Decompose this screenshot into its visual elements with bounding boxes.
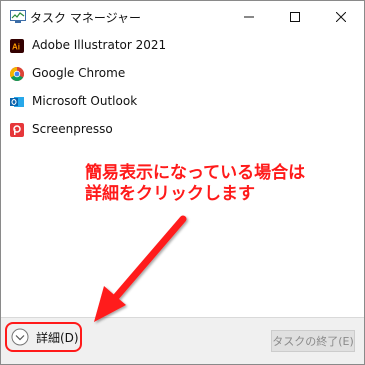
end-task-button[interactable]: タスクの終了(E) xyxy=(271,330,355,352)
app-label: Google Chrome xyxy=(32,66,126,80)
details-label: 詳細(D) xyxy=(36,331,79,345)
list-item-screenpresso[interactable]: Screenpresso xyxy=(1,117,364,145)
maximize-button[interactable] xyxy=(272,1,318,33)
app-label: Microsoft Outlook xyxy=(32,94,138,108)
adobe-illustrator-icon: Ai xyxy=(10,39,24,53)
details-button[interactable]: 詳細(D) xyxy=(5,322,82,352)
maximize-icon xyxy=(290,12,300,22)
chrome-icon xyxy=(10,67,24,81)
minimize-button[interactable] xyxy=(226,1,272,33)
app-label: Adobe Illustrator 2021 xyxy=(32,38,167,52)
chevron-down-icon xyxy=(11,328,29,346)
app-label: Screenpresso xyxy=(32,122,113,136)
list-item-google-chrome[interactable]: Google Chrome xyxy=(1,61,364,89)
minimize-icon xyxy=(244,16,254,18)
task-manager-window: タスク マネージャー Ai Adobe Illustrator 2021 Goo… xyxy=(0,0,365,365)
list-item-microsoft-outlook[interactable]: Microsoft Outlook xyxy=(1,89,364,117)
annotation-line-2: 詳細をクリックします xyxy=(85,184,255,204)
window-title: タスク マネージャー xyxy=(30,11,141,25)
screenpresso-icon xyxy=(10,123,24,137)
close-button[interactable] xyxy=(318,1,364,33)
outlook-icon xyxy=(10,97,24,107)
instruction-annotation: 簡易表示になっている場合は 詳細をクリックします xyxy=(85,163,345,205)
task-manager-icon xyxy=(10,10,26,23)
close-icon xyxy=(336,12,346,22)
footer-bar: 詳細(D) タスクの終了(E) xyxy=(1,318,364,364)
title-bar[interactable]: タスク マネージャー xyxy=(1,1,364,33)
annotation-line-1: 簡易表示になっている場合は xyxy=(85,163,306,183)
list-item-adobe-illustrator[interactable]: Ai Adobe Illustrator 2021 xyxy=(1,33,364,61)
svg-text:Ai: Ai xyxy=(12,43,20,52)
